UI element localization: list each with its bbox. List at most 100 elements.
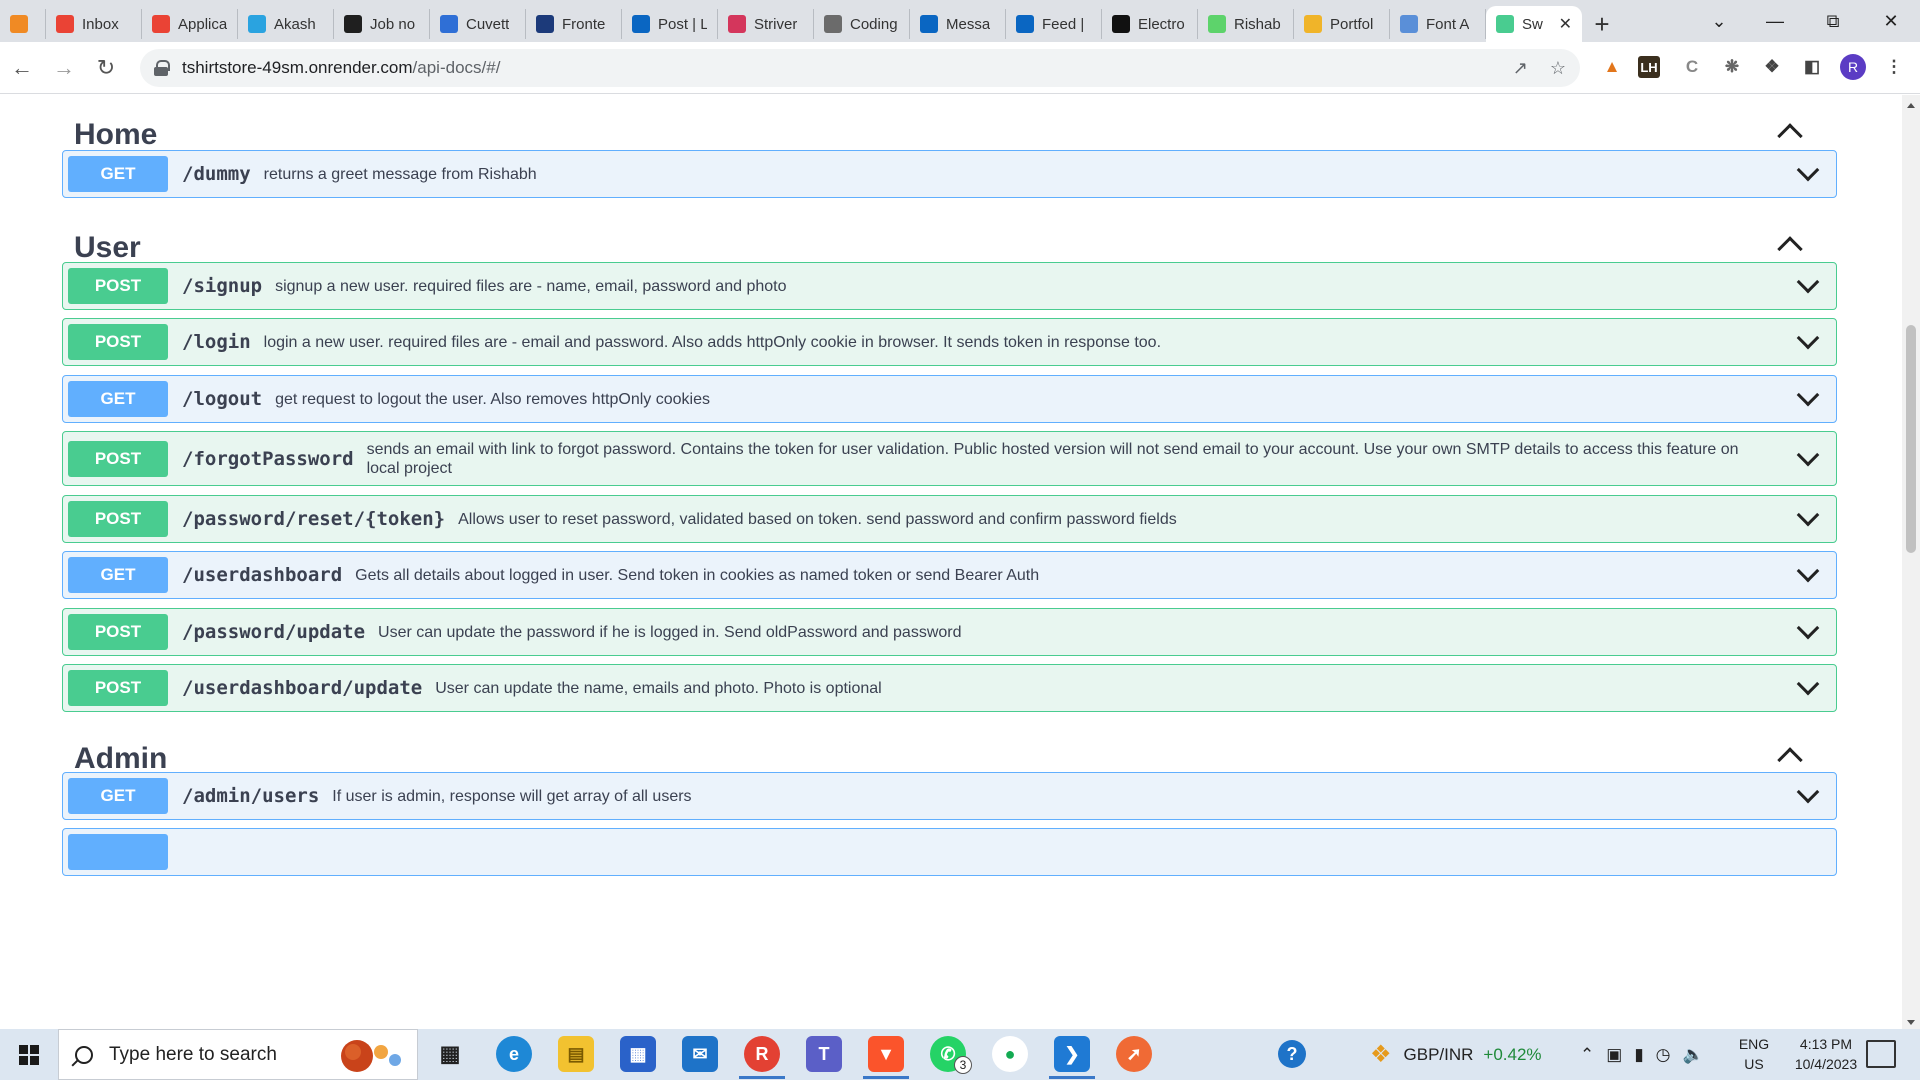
maximize-button[interactable]: ⧉ [1804,0,1862,42]
browser-tab[interactable]: Font A [1390,9,1486,39]
scroll-thumb[interactable] [1906,325,1916,553]
operation-row[interactable]: GET/userdashboard Gets all details about … [62,551,1837,599]
browser-tab[interactable]: Inbox [46,9,142,39]
chevron-down-icon[interactable] [1796,780,1820,804]
operation-row[interactable]: POST/userdashboard/update User can update… [62,664,1837,712]
scroll-down-icon[interactable] [1907,1020,1915,1025]
chevron-down-icon[interactable] [1796,158,1820,182]
tab-label: Font A [1426,15,1470,33]
teams-icon[interactable]: T [806,1036,842,1072]
active-app-indicator [863,1076,909,1079]
meet-icon[interactable]: ▣ [1606,1045,1622,1065]
new-tab-button[interactable]: + [1582,6,1622,42]
operation-row[interactable]: GET/dummy returns a greet message from Ri… [62,150,1837,198]
chevron-up-icon[interactable] [1777,747,1803,773]
operation-row[interactable]: GET/admin/users If user is admin, respons… [62,772,1837,820]
tab-label: Akash [274,15,316,33]
browser-tab[interactable]: Feed | [1006,9,1102,39]
edge-icon[interactable]: e [496,1036,532,1072]
browser-tab[interactable]: Cuvett [430,9,526,39]
language-indicator[interactable]: ENG US [1732,1034,1776,1074]
mail-icon[interactable]: ✉ [682,1036,718,1072]
back-button[interactable]: ← [2,48,42,88]
help-icon[interactable]: ? [1278,1040,1306,1068]
tab-label: Striver [754,15,798,33]
operation-row[interactable]: POST/forgotPassword sends an email with l… [62,431,1837,486]
chevron-up-icon[interactable] [1777,236,1803,262]
browser-tab[interactable]: Striver [718,9,814,39]
endpoint-path: /signup [182,275,263,297]
minimize-button[interactable]: — [1746,0,1804,42]
chevron-down-icon[interactable] [1796,383,1820,407]
bug-icon[interactable]: ❋ [1718,53,1746,81]
operation-row[interactable]: POST/login login a new user. required fil… [62,318,1837,366]
operation-row[interactable]: POST/signup signup a new user. required f… [62,262,1837,310]
browser-tab[interactable]: Rishab [1198,9,1294,39]
chrome-icon[interactable]: R [744,1036,780,1072]
notifications-icon[interactable] [1866,1040,1896,1068]
flag-icon [1400,15,1418,33]
method-badge: GET [68,381,168,417]
battery-icon[interactable]: ▮ [1634,1045,1643,1065]
file-explorer-icon[interactable]: ▤ [558,1036,594,1072]
operation-row[interactable]: POST/password/reset/{token} Allows user t… [62,495,1837,543]
clock-date: 10/4/2023 [1794,1056,1858,1072]
puzzle-icon[interactable]: ❖ [1758,53,1786,81]
browser-tab[interactable]: Portfol [1294,9,1390,39]
address-bar[interactable]: tshirtstore-49sm.onrender.com/api-docs/#… [140,49,1580,87]
lock-icon[interactable] [154,60,170,76]
chevron-up-icon[interactable] [1777,123,1803,149]
sidepanel-icon[interactable]: ◧ [1798,53,1826,81]
browser-tab[interactable]: Sw ✕ [1486,6,1582,42]
clock[interactable]: 4:13 PM 10/4/2023 [1776,1034,1876,1074]
operation-row[interactable]: GET/logout get request to logout the user… [62,375,1837,423]
brave-icon[interactable]: ▼ [868,1036,904,1072]
taskbar-search-input[interactable]: Type here to search [58,1029,418,1080]
browser-tab[interactable] [0,9,46,39]
active-app-indicator [1049,1076,1095,1079]
browser-tab[interactable]: Post | L [622,9,718,39]
postman-icon[interactable]: ➚ [1116,1036,1152,1072]
chevron-down-icon[interactable] [1796,270,1820,294]
tab-search-icon[interactable]: ⌄ [1690,0,1748,42]
chevron-down-icon[interactable] [1796,503,1820,527]
fox-icon[interactable]: ▲ [1598,53,1626,81]
c-extension-icon[interactable]: C [1678,53,1706,81]
tab-label: Applica [178,15,227,33]
reload-button[interactable]: ↻ [86,48,126,88]
menu-kebab-icon[interactable]: ⋮ [1880,53,1908,81]
browser-tab[interactable]: Messa [910,9,1006,39]
bookmark-star-icon[interactable]: ☆ [1550,58,1566,79]
store-icon[interactable]: ▦ [620,1036,656,1072]
chevron-down-icon[interactable] [1796,326,1820,350]
operation-row-partial[interactable] [62,828,1837,876]
browser-tab[interactable]: Electro [1102,9,1198,39]
chevron-down-icon[interactable] [1796,616,1820,640]
task-view-icon[interactable]: ▦ [432,1036,468,1072]
page-scrollbar[interactable] [1902,95,1920,1029]
profile-avatar[interactable]: R [1840,54,1866,80]
ticker-widget[interactable]: ❖ GBP/INR +0.42% [1370,1029,1542,1080]
share-icon[interactable]: ↗ [1513,58,1528,79]
chevron-down-icon[interactable] [1796,559,1820,583]
chevron-down-icon[interactable] [1796,672,1820,696]
replit-icon [1208,15,1226,33]
close-tab-icon[interactable]: ✕ [1559,14,1572,34]
browser-tab[interactable]: Fronte [526,9,622,39]
vscode-icon[interactable]: ❯ [1054,1036,1090,1072]
chevron-up-icon[interactable]: ⌃ [1580,1045,1594,1065]
operation-row[interactable]: POST/password/update User can update the … [62,608,1837,656]
mongodb-icon[interactable]: ● [992,1036,1028,1072]
forward-button[interactable]: → [44,48,84,88]
close-window-button[interactable]: ✕ [1862,0,1920,42]
method-badge: GET [68,557,168,593]
start-button[interactable] [0,1029,58,1080]
browser-tab[interactable]: Applica [142,9,238,39]
browser-tab[interactable]: Coding [814,9,910,39]
browser-tab[interactable]: Job no [334,9,430,39]
scroll-up-icon[interactable] [1907,103,1915,108]
lighthouse-extension-icon[interactable]: LH [1638,56,1660,78]
volume-icon[interactable]: 🔈 [1683,1045,1704,1065]
wifi-icon[interactable]: ◷ [1656,1045,1671,1065]
browser-tab[interactable]: Akash [238,9,334,39]
